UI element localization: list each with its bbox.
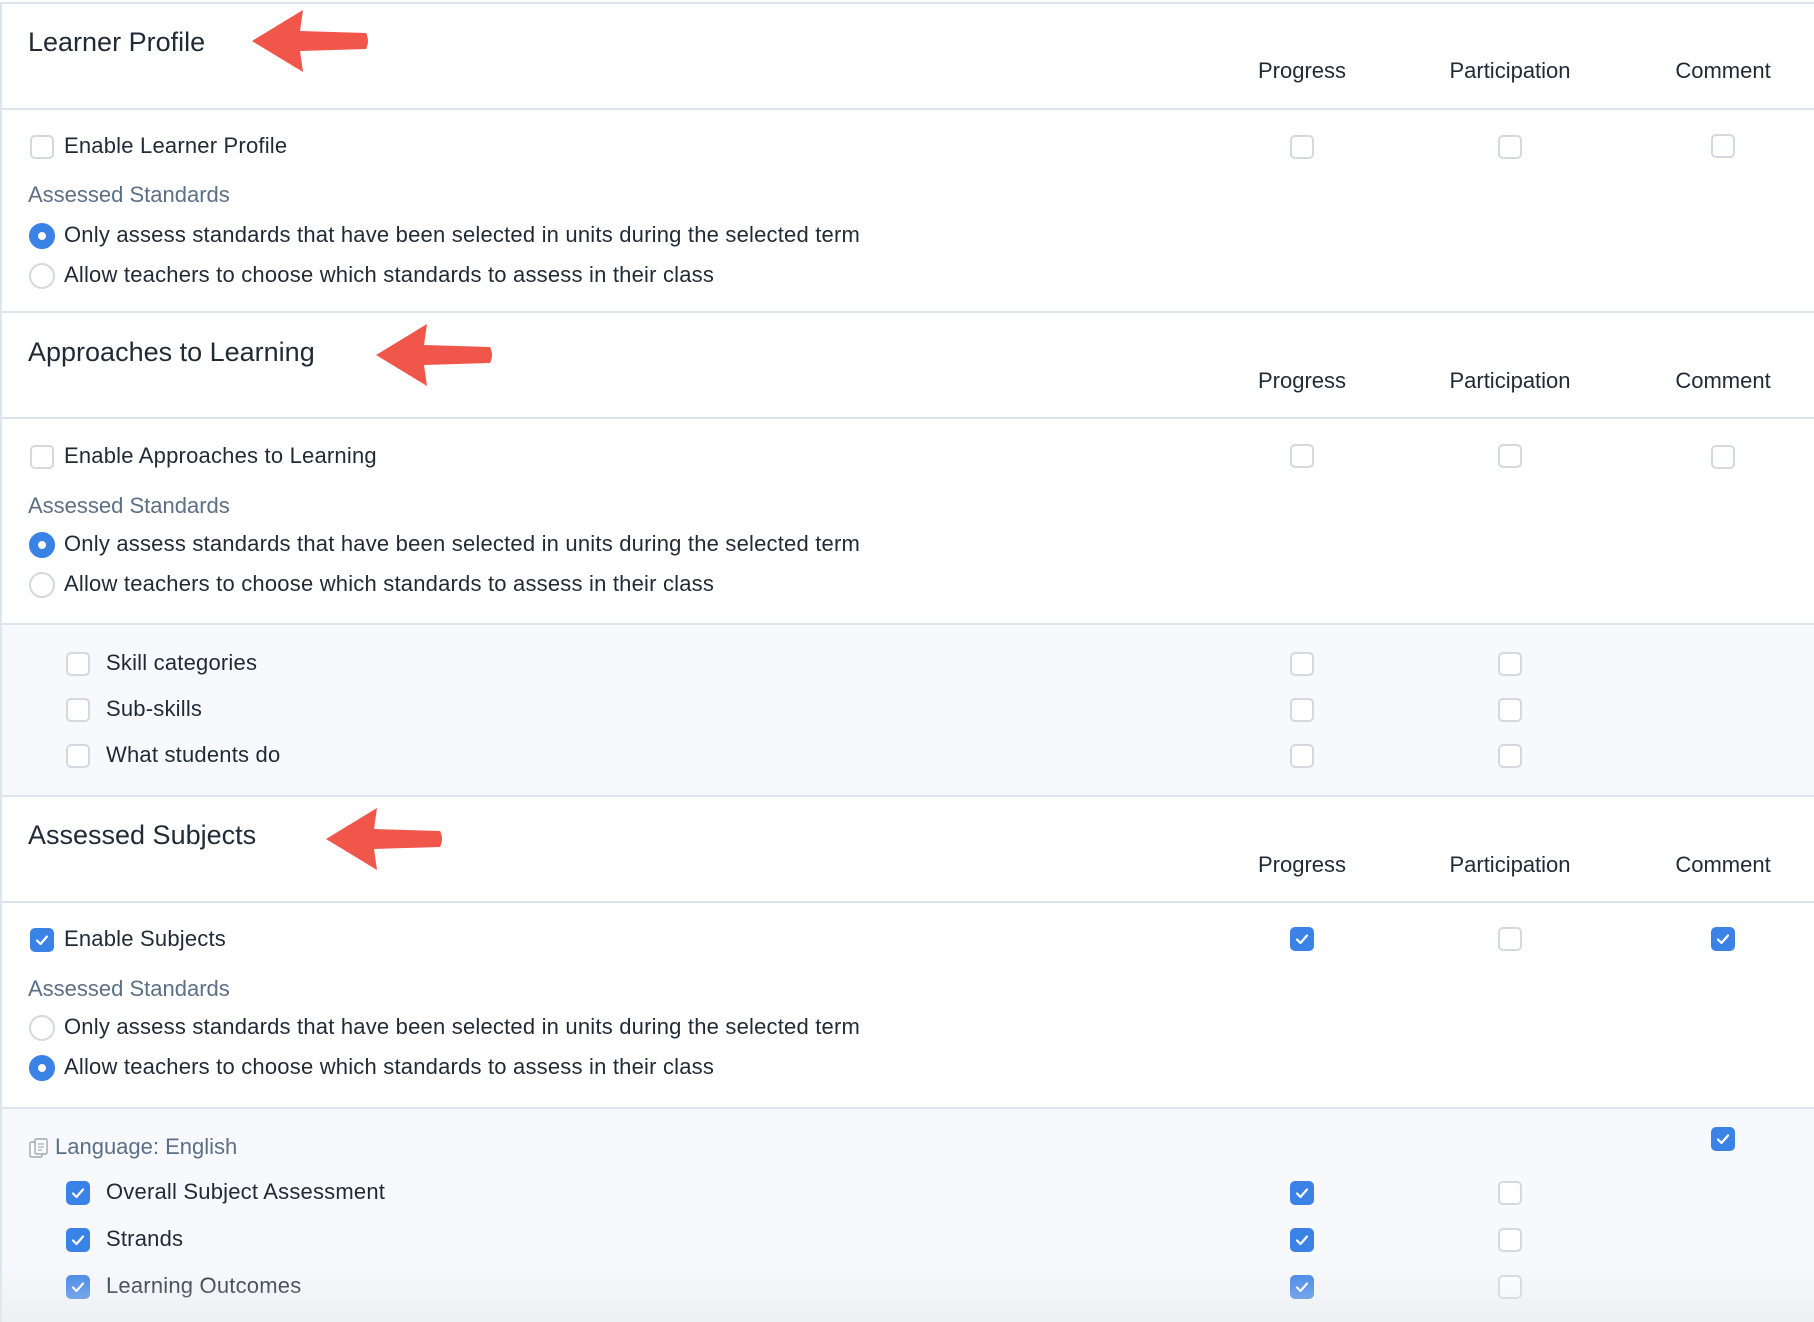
sub-item-label: Skill categories [106, 650, 258, 675]
what-students-do-checkbox[interactable] [66, 744, 90, 768]
approaches-participation-checkbox[interactable] [1498, 444, 1522, 468]
overall-subject-assessment-progress-checkbox[interactable] [1290, 1181, 1314, 1205]
column-header-comment: Comment [1675, 368, 1771, 393]
language-english-comment-checkbox[interactable] [1711, 1127, 1735, 1151]
strands-checkbox[interactable] [66, 1228, 90, 1252]
radio-label: Allow teachers to choose which standards… [64, 1054, 715, 1079]
subjects-progress-checkbox[interactable] [1290, 927, 1314, 951]
column-header-progress: Progress [1257, 58, 1347, 83]
learning-outcomes-participation-checkbox[interactable] [1498, 1275, 1522, 1299]
radio-label: Only assess standards that have been sel… [64, 1014, 861, 1039]
section-divider [0, 417, 1814, 419]
enable-approaches-checkbox[interactable] [30, 445, 54, 469]
section-title: Assessed Subjects [28, 820, 257, 850]
assessed-standards-label: Assessed Standards [28, 182, 230, 207]
red-arrow-icon [252, 10, 368, 72]
check-icon [71, 1235, 85, 1246]
learner-profile-participation-checkbox[interactable] [1498, 135, 1522, 159]
skill-categories-progress-checkbox[interactable] [1290, 652, 1314, 676]
skill-categories-checkbox[interactable] [66, 652, 90, 676]
red-arrow-icon [326, 808, 442, 870]
sub-item-label: What students do [106, 742, 281, 767]
learner-profile-progress-checkbox[interactable] [1290, 135, 1314, 159]
learning-outcomes-checkbox[interactable] [66, 1275, 90, 1299]
check-icon [35, 935, 49, 946]
radio-teacher-choose-standards[interactable] [29, 263, 55, 289]
what-students-do-progress-checkbox[interactable] [1290, 744, 1314, 768]
check-icon [1295, 934, 1309, 945]
column-header-participation: Participation [1449, 58, 1571, 83]
radio-label: Allow teachers to choose which standards… [64, 571, 715, 596]
what-students-do-participation-checkbox[interactable] [1498, 744, 1522, 768]
radio-selected-units-standards[interactable] [29, 532, 55, 558]
radio-selected-units-standards[interactable] [29, 1015, 55, 1041]
subjects-comment-checkbox[interactable] [1711, 927, 1735, 951]
column-header-progress: Progress [1257, 852, 1347, 877]
check-icon [1295, 1235, 1309, 1246]
learner-profile-comment-checkbox[interactable] [1711, 134, 1735, 158]
section-divider [0, 795, 1814, 797]
check-icon [1716, 1134, 1730, 1145]
skill-categories-participation-checkbox[interactable] [1498, 652, 1522, 676]
enable-subjects-checkbox[interactable] [30, 928, 54, 952]
assessed-standards-label: Assessed Standards [28, 976, 230, 1001]
check-icon [71, 1188, 85, 1199]
radio-label: Only assess standards that have been sel… [64, 222, 861, 247]
approaches-comment-checkbox[interactable] [1711, 445, 1735, 469]
subject-item-label: Learning Outcomes [106, 1273, 302, 1298]
subject-item-label: Overall Subject Assessment [106, 1179, 386, 1204]
sub-items-panel [2, 625, 1814, 795]
assessed-standards-label: Assessed Standards [28, 493, 230, 518]
overall-subject-assessment-checkbox[interactable] [66, 1181, 90, 1205]
column-header-comment: Comment [1675, 852, 1771, 877]
column-header-comment: Comment [1675, 58, 1771, 83]
radio-teacher-choose-standards[interactable] [29, 1055, 55, 1081]
radio-teacher-choose-standards[interactable] [29, 572, 55, 598]
sub-item-label: Sub-skills [106, 696, 203, 721]
approaches-progress-checkbox[interactable] [1290, 444, 1314, 468]
column-header-participation: Participation [1449, 852, 1571, 877]
strands-participation-checkbox[interactable] [1498, 1228, 1522, 1252]
check-icon [1295, 1188, 1309, 1199]
sub-skills-checkbox[interactable] [66, 698, 90, 722]
document-icon [29, 1138, 48, 1158]
section-title: Approaches to Learning [28, 337, 315, 367]
section-title: Learner Profile [28, 27, 206, 57]
radio-label: Allow teachers to choose which standards… [64, 262, 715, 287]
top-divider [0, 2, 1814, 4]
assessment-settings-page: Learner Profile Progress Participation C… [0, 0, 1814, 1322]
enable-learner-profile-checkbox[interactable] [30, 135, 54, 159]
red-arrow-icon [376, 324, 492, 386]
subject-group-label: Language: English [55, 1134, 238, 1159]
subjects-participation-checkbox[interactable] [1498, 927, 1522, 951]
radio-label: Only assess standards that have been sel… [64, 531, 861, 556]
sub-skills-participation-checkbox[interactable] [1498, 698, 1522, 722]
learning-outcomes-progress-checkbox[interactable] [1290, 1275, 1314, 1299]
column-header-participation: Participation [1449, 368, 1571, 393]
overall-subject-assessment-participation-checkbox[interactable] [1498, 1181, 1522, 1205]
check-icon [1295, 1282, 1309, 1293]
section-divider [0, 901, 1814, 903]
enable-approaches-label: Enable Approaches to Learning [64, 443, 377, 468]
check-icon [1716, 934, 1730, 945]
check-icon [71, 1282, 85, 1293]
section-divider [0, 311, 1814, 313]
column-header-progress: Progress [1257, 368, 1347, 393]
radio-selected-units-standards[interactable] [29, 223, 55, 249]
section-divider [0, 108, 1814, 110]
strands-progress-checkbox[interactable] [1290, 1228, 1314, 1252]
enable-learner-profile-label: Enable Learner Profile [64, 133, 288, 158]
subject-item-label: Strands [106, 1226, 184, 1251]
enable-subjects-label: Enable Subjects [64, 926, 226, 951]
sub-skills-progress-checkbox[interactable] [1290, 698, 1314, 722]
